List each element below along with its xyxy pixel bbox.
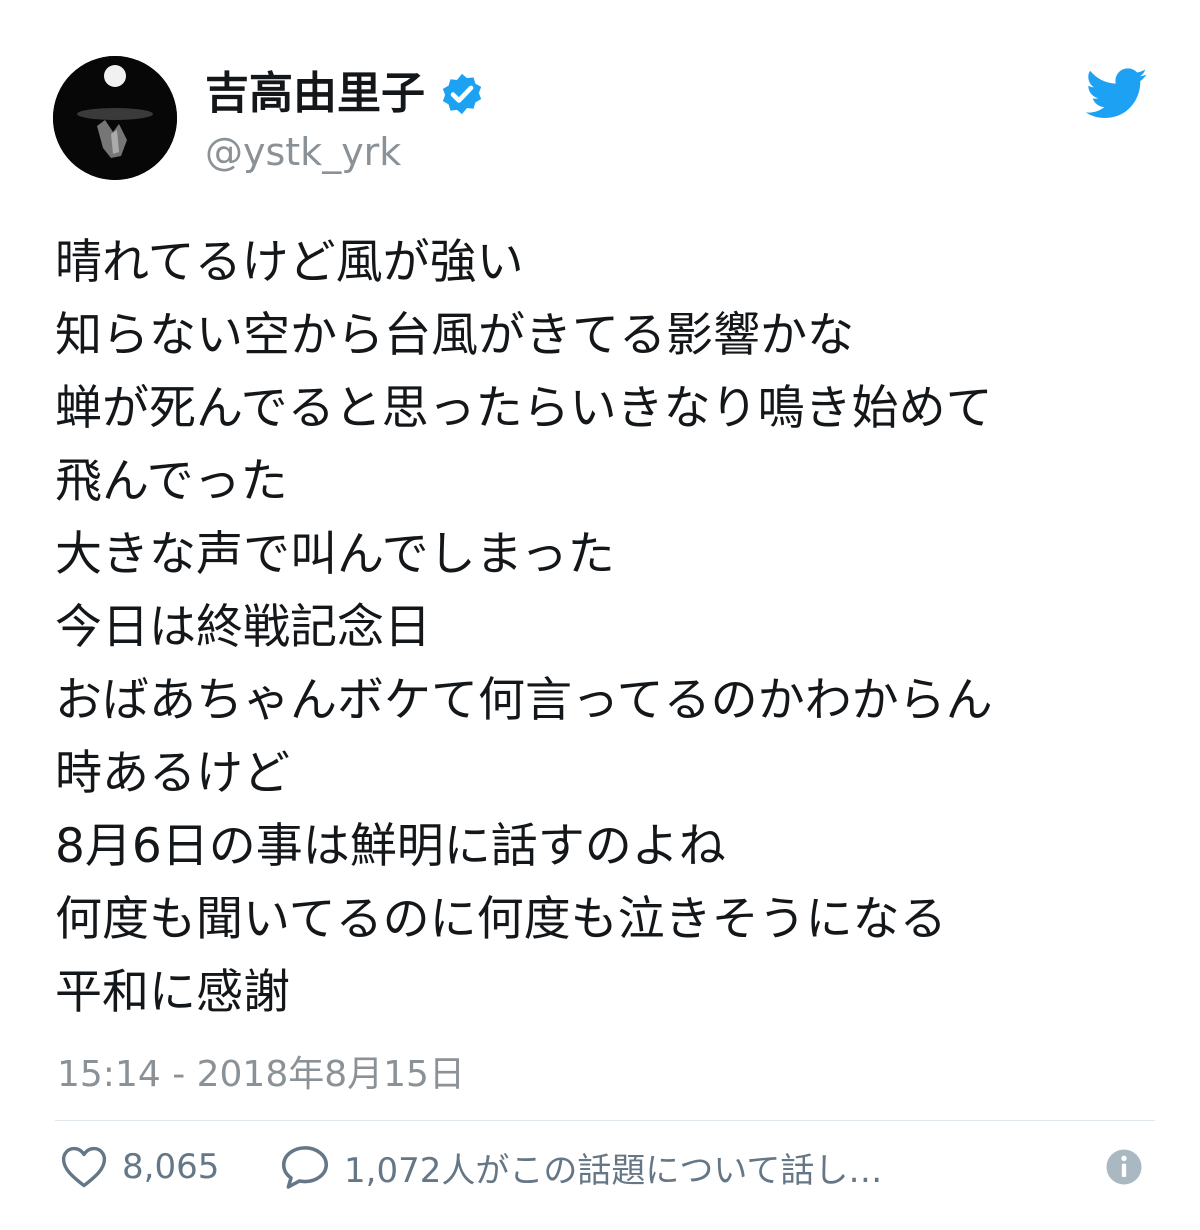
tweet-line: おばあちゃんボケて何言ってるのかわからん: [55, 673, 993, 728]
info-icon[interactable]: [1104, 1147, 1144, 1187]
speech-bubble-icon: [281, 1146, 329, 1189]
like-count: 8,065: [122, 1147, 220, 1187]
divider: [55, 1120, 1155, 1121]
tweet-line: 8月6日の事は鮮明に話すのよね: [55, 819, 726, 874]
reply-conversation-link[interactable]: 1,072人がこの話題について話し…: [280, 1137, 882, 1197]
tweet-line: 大きな声で叫んでしまった: [55, 527, 615, 582]
action-bar: 8,065 1,072人がこの話題について話し…: [60, 1137, 1150, 1197]
tweet-timestamp[interactable]: 15:14 - 2018年8月15日: [57, 1050, 465, 1100]
conversation-count: 1,072人がこの話題について話し…: [344, 1150, 883, 1191]
display-name-row[interactable]: 吉高由里子: [205, 64, 485, 124]
display-name[interactable]: 吉高由里子: [205, 64, 425, 124]
heart-icon: [61, 1146, 107, 1188]
like-button[interactable]: 8,065: [60, 1137, 219, 1197]
tweet-line: 何度も聞いてるのに何度も泣きそうになる: [55, 892, 947, 947]
tweet-line: 知らない空から台風がきてる影響かな: [55, 308, 854, 363]
tweet-line: 今日は終戦記念日: [55, 600, 431, 655]
tweet-text: 晴れてるけど風が強い 知らない空から台風がきてる影響かな 蝉が死んでると思ったら…: [55, 226, 1165, 1029]
twitter-bird-icon[interactable]: [1086, 68, 1148, 120]
tweet-line: 平和に感謝: [55, 965, 290, 1020]
verified-badge-icon: [442, 73, 482, 115]
tweet-line: 蝉が死んでると思ったらいきなり鳴き始めて: [55, 381, 993, 436]
tweet-line: 晴れてるけど風が強い: [55, 235, 524, 290]
avatar-image: [53, 56, 177, 180]
tweet-line: 飛んでった: [55, 454, 288, 509]
avatar[interactable]: [53, 56, 177, 180]
user-handle[interactable]: @ystk_yrk: [205, 128, 401, 176]
tweet-line: 時あるけど: [55, 746, 290, 801]
